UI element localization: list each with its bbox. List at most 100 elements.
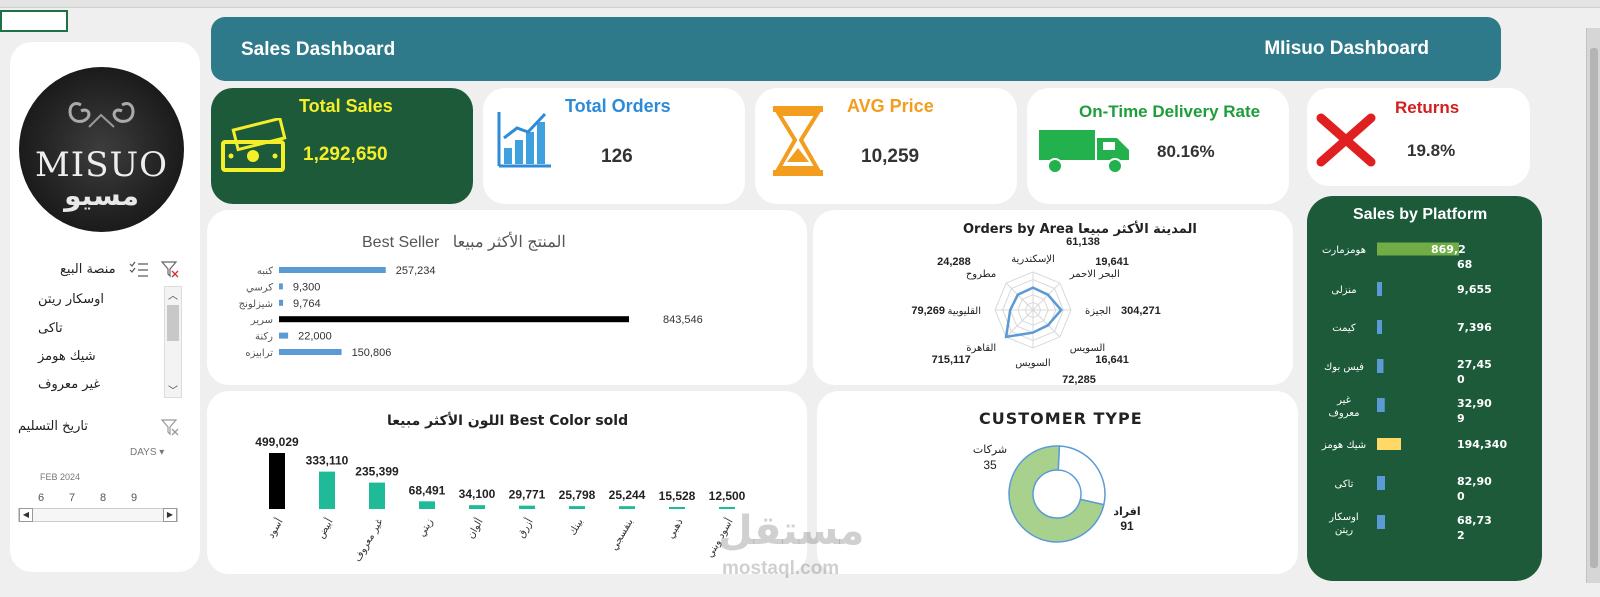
sheet-scrollbar-thumb[interactable] — [1590, 48, 1598, 568]
sheet-scrollbar[interactable] — [1586, 28, 1600, 583]
pie-value-label: 91 — [1120, 519, 1134, 533]
bar — [569, 506, 585, 509]
multi-select-icon[interactable] — [128, 260, 150, 278]
sales-platform-card: Sales by Platform هومزمارت 869,2 68 منزلى 9,… — [1307, 196, 1542, 581]
date-day[interactable]: 7 — [69, 492, 75, 504]
bar — [419, 501, 435, 509]
slicer-item[interactable]: غير معروف — [38, 377, 100, 392]
kpi-title: Returns — [1395, 98, 1460, 117]
bar-category-label: فيس بوك — [1324, 362, 1364, 373]
bar — [279, 332, 289, 339]
bar-value-label: 15,528 — [659, 489, 696, 503]
date-day[interactable]: 6 — [38, 492, 44, 504]
bar — [1377, 359, 1384, 373]
bar — [279, 283, 283, 290]
bar — [519, 505, 535, 509]
bar — [269, 453, 285, 509]
bar-category-label: كرسي — [246, 282, 273, 293]
pie-value-label: 35 — [983, 458, 997, 472]
slicer-item[interactable]: تاكى — [38, 321, 63, 336]
bar-value-label: 150,806 — [352, 347, 392, 359]
bar-value-label: 333,110 — [306, 454, 349, 468]
date-day[interactable]: 8 — [100, 492, 106, 504]
radar-value-label: 72,285 — [1062, 374, 1096, 385]
bar-chart-icon — [497, 112, 551, 168]
best-seller-card: Best Seller المنتج الأكثر مبيعا كنبه 257,… — [207, 210, 807, 385]
bar — [469, 505, 485, 509]
pie-category-label: افراد — [1113, 505, 1140, 518]
radar-category-label: البحر الاحمر — [1069, 269, 1120, 280]
scroll-right-icon[interactable]: ▶ — [163, 508, 177, 522]
kpi-title: Total Orders — [565, 96, 671, 116]
bar-value-label: 9,655 — [1457, 283, 1492, 296]
date-day[interactable]: 9 — [131, 492, 137, 504]
bar-category-label: معروف — [1329, 408, 1360, 419]
orders-by-area-card: Orders by Area المدينة الأكثر مبيعا الإس… — [813, 210, 1293, 385]
bar — [319, 471, 335, 509]
header-right-title: MIisuo Dashboard — [1264, 38, 1429, 59]
radar-value-label: 715,117 — [932, 354, 971, 366]
kpi-total-sales: Total Sales 1,292,650 — [211, 88, 473, 204]
bar-value-label: 2 — [1457, 529, 1465, 542]
bar-category-label: اوسكار — [1328, 512, 1358, 523]
date-unit-dropdown[interactable]: DAYS ▾ — [130, 447, 164, 458]
slicer-item[interactable]: اوسكار ريتن — [38, 292, 104, 307]
bar-category-label: بنفسجي — [609, 517, 636, 552]
kpi-total-orders: Total Orders 126 — [483, 88, 745, 204]
scroll-up-icon[interactable]: ︿ — [165, 287, 181, 302]
scroll-down-icon[interactable]: ﹀ — [165, 382, 181, 397]
bar — [279, 316, 629, 323]
bar-category-label: ركنة — [255, 332, 273, 343]
radar-value-label: 16,641 — [1095, 354, 1129, 366]
kpi-returns: Returns 19.8% — [1307, 88, 1530, 186]
bar-category-label: تاكى — [1335, 479, 1354, 490]
scrollbar-thumb[interactable] — [167, 305, 179, 341]
selected-cell[interactable] — [0, 10, 68, 32]
bar-value-label: 0 — [1457, 373, 1465, 386]
bar-value-label: 29,771 — [509, 488, 546, 502]
bar-value-label: 34,100 — [459, 487, 496, 501]
scroll-left-icon[interactable]: ◀ — [19, 508, 33, 522]
bar-value-label: 68 — [1457, 258, 1472, 271]
close-x-icon — [1316, 113, 1376, 167]
bar — [1377, 515, 1385, 529]
bar-category-label: أسود — [264, 516, 286, 541]
bar — [1377, 476, 1385, 490]
bar-category-label: غير معروف — [352, 517, 385, 564]
kpi-value: 80.16% — [1157, 142, 1215, 161]
radar-value-label: 79,269 — [911, 305, 945, 317]
bar-category-label: ألوان — [464, 516, 486, 541]
slicer-scrollbar[interactable]: ︿ ﹀ — [164, 286, 182, 398]
radar-value-label: 304,271 — [1121, 305, 1161, 317]
bar-value-label: 9,300 — [293, 281, 321, 293]
logo-text-ar: مسيو — [64, 179, 139, 212]
kpi-title: Total Sales — [299, 96, 393, 116]
bar-value-label: 27,45 — [1457, 358, 1492, 371]
radar-value-label: 19,641 — [1095, 256, 1129, 268]
bar-value-label: 9 — [1457, 412, 1465, 425]
bar-category-label: منزلى — [1331, 285, 1356, 296]
radar-category-label: القليوبية — [947, 306, 981, 317]
bar-category-label: أبيض — [314, 516, 336, 541]
date-scrollbar[interactable]: ◀ ▶ — [18, 508, 178, 522]
radar-category-label: مطروح — [966, 269, 996, 280]
sidebar-card: MISUO مسيو منصة البيع اوسكار ريتن تاكى ش… — [10, 42, 200, 572]
slicer-item[interactable]: شيك هومز — [38, 349, 96, 364]
bar-value-label: 82,90 — [1457, 475, 1492, 488]
bar-category-label: كيمت — [1332, 323, 1356, 334]
best-color-chart: 499,029 أسود 333,110 أبيض 235,399 غير معروف 68… — [255, 435, 746, 564]
bar-value-label: 0 — [1457, 490, 1465, 503]
bar-category-label: بينك — [567, 517, 585, 537]
bar — [619, 506, 635, 509]
clear-filter-icon[interactable] — [160, 260, 180, 278]
hourglass-icon — [773, 106, 823, 176]
kpi-on-time-delivery: On-Time Delivery Rate 80.16% — [1027, 88, 1289, 204]
best-color-card: اللون الأكثر مبيعا Best Color sold 499,0… — [207, 391, 807, 574]
pie-slice — [1057, 445, 1106, 506]
bar-value-label: 12,500 — [709, 489, 746, 503]
watermark-ar: مستقل — [718, 508, 865, 554]
slicer-date-title: تاريخ التسليم — [18, 419, 88, 434]
kpi-title: On-Time Delivery Rate — [1079, 102, 1261, 121]
bar-value-label: 257,234 — [396, 265, 436, 277]
clear-date-filter-icon[interactable] — [160, 418, 180, 436]
